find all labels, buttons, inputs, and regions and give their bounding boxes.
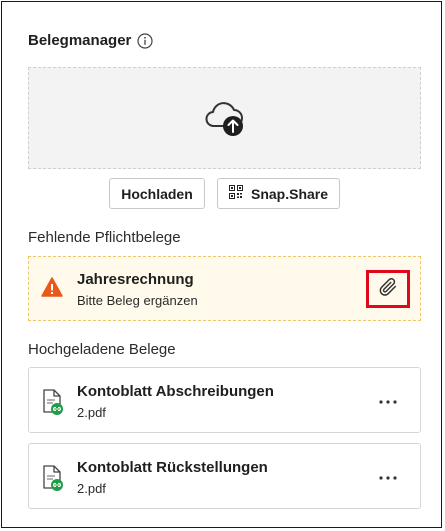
header: Belegmanager [28,32,153,49]
warning-icon [41,277,63,297]
missing-document-card: Jahresrechnung Bitte Beleg ergänzen [28,256,421,321]
upload-button-label: Hochladen [121,185,193,202]
page-title: Belegmanager [28,32,132,49]
upload-dropzone[interactable] [28,67,421,169]
paperclip-icon [377,276,399,303]
more-options-button[interactable] [376,390,400,410]
missing-document-hint: Bitte Beleg ergänzen [77,293,198,308]
document-filename: 2.pdf [77,405,106,420]
document-filename: 2.pdf [77,481,106,496]
uploaded-document-card[interactable]: Kontoblatt Rückstellungen 2.pdf [28,443,421,509]
uploaded-document-card[interactable]: Kontoblatt Abschreibungen 2.pdf [28,367,421,433]
document-title: Kontoblatt Abschreibungen [77,383,274,400]
belegmanager-panel: Belegmanager Hochladen Snap.Share Fehlen… [1,1,442,528]
cloud-upload-icon [202,98,248,138]
document-linked-icon [41,464,67,492]
document-title: Kontoblatt Rückstellungen [77,459,268,476]
attach-document-button[interactable] [366,270,410,308]
missing-section-title: Fehlende Pflichtbelege [28,229,181,246]
uploaded-section-title: Hochgeladene Belege [28,341,176,358]
more-options-button[interactable] [376,466,400,486]
more-options-icon [379,391,397,409]
info-icon[interactable] [137,32,153,49]
snap-share-label: Snap.Share [250,185,329,202]
upload-button[interactable]: Hochladen [109,178,205,209]
qr-code-icon [228,185,243,202]
missing-document-title: Jahresrechnung [77,271,194,288]
document-linked-icon [41,388,67,416]
snap-share-button[interactable]: Snap.Share [217,178,340,209]
more-options-icon [379,467,397,485]
